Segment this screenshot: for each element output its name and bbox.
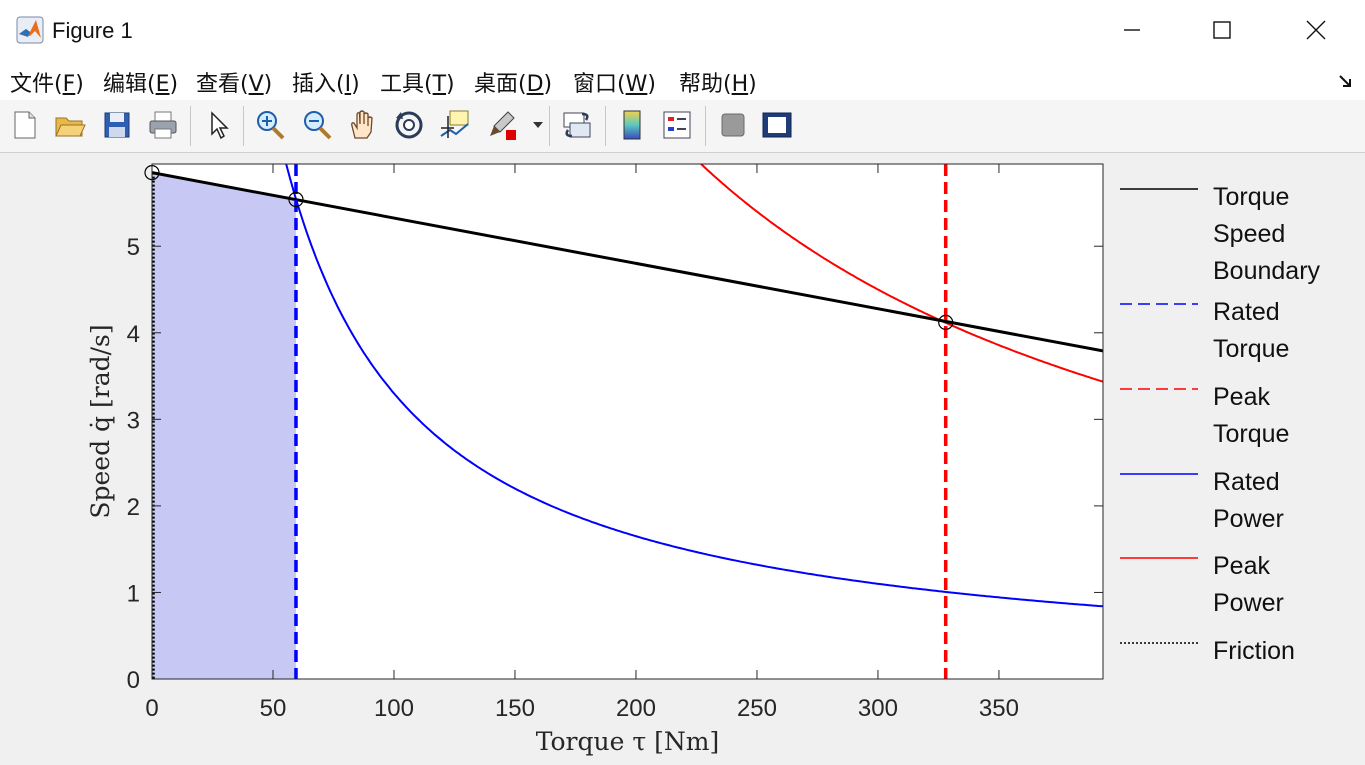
x-tick-label: 300 [858,695,898,722]
y-tick-label: 5 [127,234,140,261]
legend-label: Torque [1213,335,1289,363]
hide-plot-tools-icon[interactable] [716,108,750,142]
y-tick-label: 4 [127,321,140,348]
legend-label: Boundary [1213,257,1321,285]
menu-insert[interactable]: 插入(I) [292,66,360,98]
menu-desktop[interactable]: 桌面(D) [474,66,552,98]
toolbar-separator [605,106,606,146]
x-tick-label: 350 [979,695,1019,722]
link-plot-icon[interactable] [560,108,594,142]
y-tick-label: 2 [127,494,140,521]
legend-label: Speed [1213,220,1285,248]
x-tick-label: 100 [374,695,414,722]
legend-label: Friction [1213,637,1295,665]
shaded-region [152,172,296,679]
minimize-icon [1124,29,1140,31]
legend-label: Torque [1213,420,1289,448]
x-tick-label: 200 [616,695,656,722]
figure-canvas: 0 50 100 150 200 250 300 350 0 1 2 3 4 5 Torque τ [Nm]… [0,153,1365,760]
menu-view[interactable]: 查看(V) [196,66,272,98]
zoom-in-icon[interactable] [253,108,287,142]
x-axis-label: Torque τ [Nm] [536,727,719,756]
pointer-icon[interactable] [202,108,236,142]
legend-label: Power [1213,505,1284,533]
x-tick-label: 150 [495,695,535,722]
toolbar-separator [190,106,191,146]
show-plot-tools-icon[interactable] [760,108,794,142]
toolbar-separator [705,106,706,146]
menu-file[interactable]: 文件(F) [10,66,84,98]
x-tick-label: 0 [145,695,158,722]
print-icon[interactable] [146,108,180,142]
maximize-icon [1213,21,1231,39]
save-icon[interactable] [100,108,134,142]
chevron-down-icon[interactable] [532,120,544,130]
legend-label: Power [1213,589,1284,617]
y-tick-label: 1 [127,580,140,607]
menu-tools[interactable]: 工具(T) [380,66,455,98]
toolbar-separator [549,106,550,146]
y-tick-label: 3 [127,407,140,434]
figure-toolbar [0,100,1365,153]
maximize-button[interactable] [1200,12,1244,48]
menu-edit[interactable]: 编辑(E) [103,66,178,98]
menu-bar: 文件(F) 编辑(E) 查看(V) 插入(I) 工具(T) 桌面(D) 窗口(W… [0,62,1365,101]
minimize-button[interactable] [1110,12,1154,48]
x-tick-label: 50 [260,695,287,722]
x-tick-label: 250 [737,695,777,722]
y-axis-label: Speed q̇ [rad/s] [86,324,115,518]
legend-label: Torque [1213,183,1289,211]
legend-label: Peak [1213,552,1270,580]
close-button[interactable] [1294,12,1338,48]
data-cursor-icon[interactable] [438,108,472,142]
legend-label: Peak [1213,383,1270,411]
brush-icon[interactable] [486,108,520,142]
window-title: Figure 1 [52,18,133,43]
menu-help[interactable]: 帮助(H) [679,66,757,98]
y-tick-label: 0 [127,667,140,694]
legend-label: Rated [1213,468,1280,496]
dock-arrow-icon[interactable] [1338,74,1354,90]
colorbar-icon[interactable] [615,108,649,142]
pan-hand-icon[interactable] [346,108,380,142]
legend-icon[interactable] [660,108,694,142]
menu-window[interactable]: 窗口(W) [573,66,656,98]
window-titlebar: Figure 1 [0,0,1365,62]
open-file-icon[interactable] [53,108,87,142]
rotate-3d-icon[interactable] [392,108,426,142]
close-icon [1306,20,1326,40]
new-figure-icon[interactable] [8,108,42,142]
legend-label: Rated [1213,298,1280,326]
torque-speed-chart[interactable]: 0 50 100 150 200 250 300 350 0 1 2 3 4 5 Torque τ [Nm]… [0,153,1365,760]
toolbar-separator [243,106,244,146]
matlab-logo-icon [16,16,44,44]
zoom-out-icon[interactable] [300,108,334,142]
